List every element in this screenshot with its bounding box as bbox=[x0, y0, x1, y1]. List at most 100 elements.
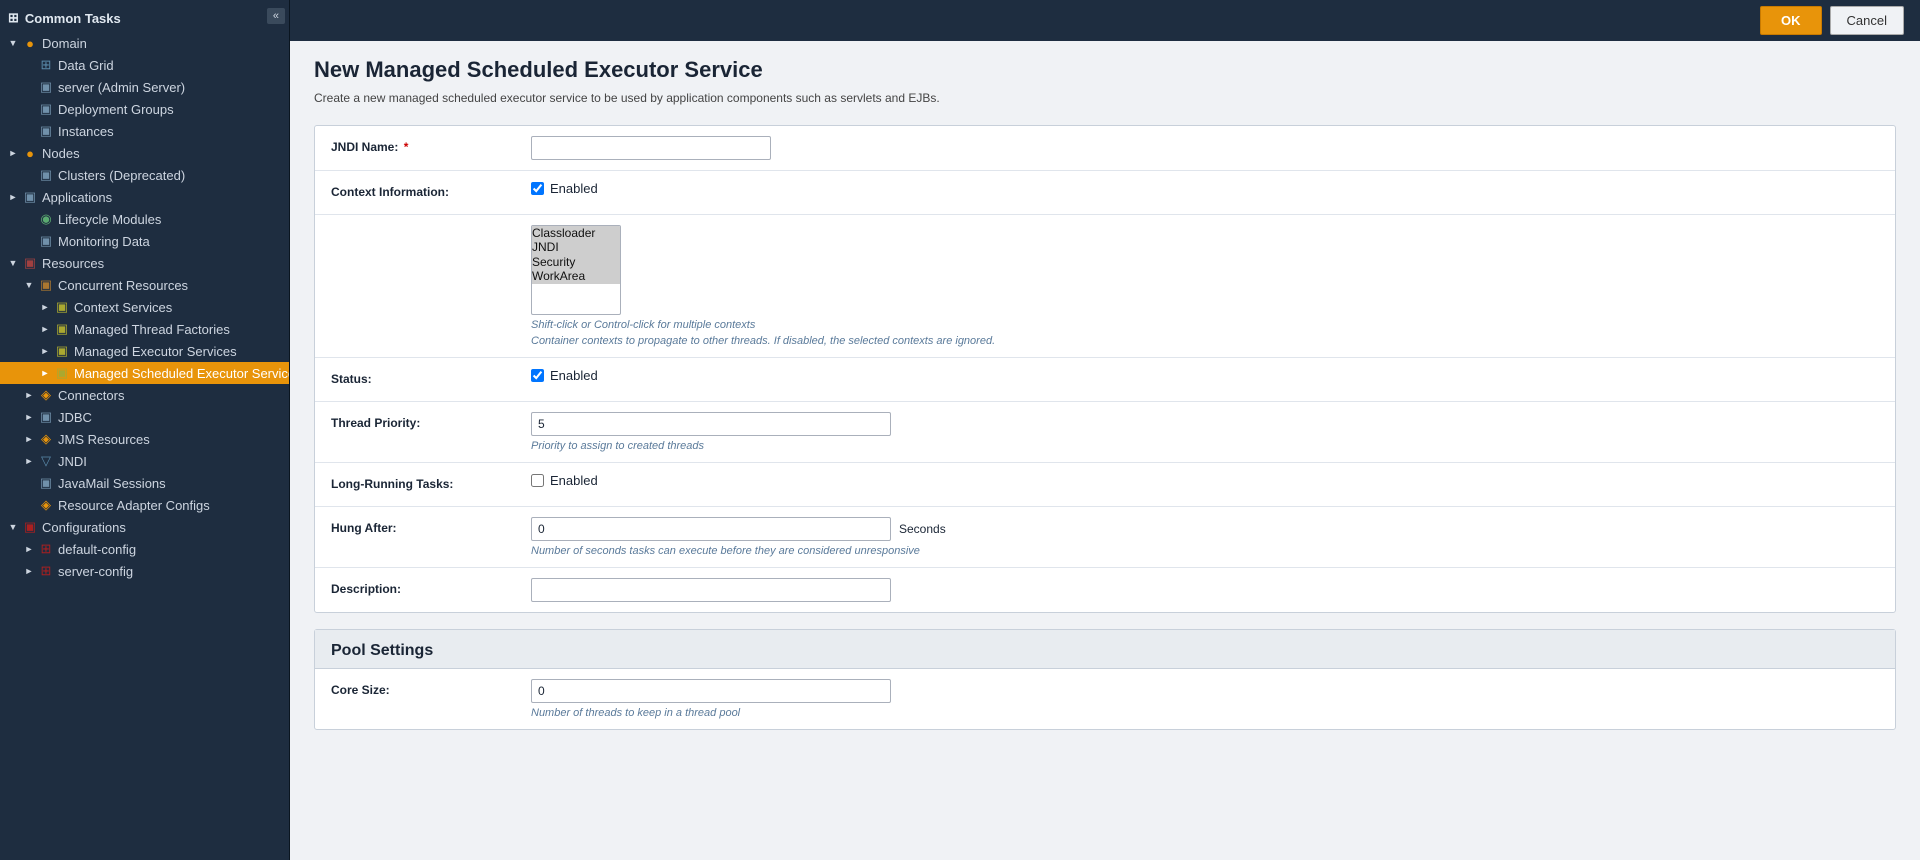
sidebar-item-jms[interactable]: ►◈JMS Resources bbox=[0, 428, 289, 450]
expand-arrow-thread-factories: ► bbox=[40, 324, 50, 334]
sidebar-item-applications[interactable]: ►▣Applications bbox=[0, 186, 289, 208]
sidebar-item-data-grid[interactable]: ⊞Data Grid bbox=[0, 54, 289, 76]
sidebar-item-domain[interactable]: ▼●Domain bbox=[0, 32, 289, 54]
sidebar-label-resources: Resources bbox=[42, 256, 104, 271]
context-list-label-empty bbox=[331, 225, 531, 229]
tree-icon-javamail: ▣ bbox=[38, 475, 54, 491]
sidebar-label-jms: JMS Resources bbox=[58, 432, 150, 447]
tree-icon-monitoring: ▣ bbox=[38, 233, 54, 249]
page-description: Create a new managed scheduled executor … bbox=[314, 91, 1896, 105]
content-area: New Managed Scheduled Executor Service C… bbox=[290, 41, 1920, 762]
expand-arrow-server-config: ► bbox=[24, 566, 34, 576]
sidebar-item-server-config[interactable]: ►⊞server-config bbox=[0, 560, 289, 582]
context-hint2: Container contexts to propagate to other… bbox=[531, 335, 1879, 347]
thread-priority-row: Thread Priority: Priority to assign to c… bbox=[315, 402, 1895, 463]
sidebar-label-javamail: JavaMail Sessions bbox=[58, 476, 166, 491]
sidebar-item-instances[interactable]: ▣ Instances bbox=[0, 120, 289, 142]
hung-after-input[interactable] bbox=[531, 517, 891, 541]
jndi-name-input[interactable] bbox=[531, 136, 771, 160]
sidebar-item-context-services[interactable]: ►▣Context Services bbox=[0, 296, 289, 318]
sidebar-item-javamail[interactable]: ▣ JavaMail Sessions bbox=[0, 472, 289, 494]
required-star: * bbox=[404, 140, 409, 154]
status-enabled-checkbox[interactable] bbox=[531, 369, 544, 382]
sidebar-item-default-config[interactable]: ► ⊞ default-config bbox=[0, 538, 289, 560]
tree-icon-connectors: ◈ bbox=[38, 387, 54, 403]
tree-icon-concurrent: ▣ bbox=[38, 277, 54, 293]
thread-priority-input[interactable] bbox=[531, 412, 891, 436]
long-running-control: Enabled bbox=[531, 473, 1879, 488]
sidebar-label-domain: Domain bbox=[42, 36, 87, 51]
sidebar-item-resource-adapter[interactable]: ◈Resource Adapter Configs bbox=[0, 494, 289, 516]
sidebar-label-admin-server: server (Admin Server) bbox=[58, 80, 185, 95]
sidebar-item-lifecycle[interactable]: ◉Lifecycle Modules bbox=[0, 208, 289, 230]
core-size-label: Core Size: bbox=[331, 679, 531, 697]
expand-arrow-deployment-groups bbox=[24, 104, 34, 114]
tree-icon-applications: ▣ bbox=[22, 189, 38, 205]
sidebar-item-configurations[interactable]: ▼▣Configurations bbox=[0, 516, 289, 538]
long-running-label: Long-Running Tasks: bbox=[331, 473, 531, 491]
topbar: OK Cancel bbox=[290, 0, 1920, 41]
tree-icon-resources: ▣ bbox=[22, 255, 38, 271]
core-size-input[interactable] bbox=[531, 679, 891, 703]
expand-arrow-javamail bbox=[24, 478, 34, 488]
context-list-row: ClassloaderJNDISecurityWorkArea Shift-cl… bbox=[315, 215, 1895, 358]
ok-button[interactable]: OK bbox=[1760, 6, 1822, 35]
sidebar-label-jdbc: JDBC bbox=[58, 410, 92, 425]
main-form: JNDI Name: * Context Information: Enable… bbox=[314, 125, 1896, 613]
sidebar-item-deployment-groups[interactable]: ▣ Deployment Groups bbox=[0, 98, 289, 120]
common-tasks-header[interactable]: ⊞ Common Tasks bbox=[0, 0, 289, 32]
expand-arrow-nodes: ► bbox=[8, 148, 18, 158]
tree-icon-deployment-groups: ▣ bbox=[38, 101, 54, 117]
context-info-control: Enabled bbox=[531, 181, 1879, 196]
long-running-enabled-row: Enabled bbox=[531, 473, 1879, 488]
expand-arrow-jdbc: ► bbox=[24, 412, 34, 422]
sidebar-item-clusters[interactable]: ▣Clusters (Deprecated) bbox=[0, 164, 289, 186]
expand-arrow-default-config: ► bbox=[24, 544, 34, 554]
hung-after-unit: Seconds bbox=[899, 522, 946, 536]
common-tasks-icon: ⊞ bbox=[8, 10, 19, 26]
sidebar-item-jndi[interactable]: ►▽JNDI bbox=[0, 450, 289, 472]
jndi-name-control bbox=[531, 136, 1879, 160]
tree-icon-scheduled-executor: ▣ bbox=[54, 365, 70, 381]
common-tasks-label: Common Tasks bbox=[25, 11, 121, 26]
expand-arrow-jndi: ► bbox=[24, 456, 34, 466]
description-row: Description: bbox=[315, 568, 1895, 612]
sidebar-label-instances: Instances bbox=[58, 124, 114, 139]
thread-priority-label: Thread Priority: bbox=[331, 412, 531, 430]
context-enabled-row: Enabled bbox=[531, 181, 1879, 196]
description-control bbox=[531, 578, 1879, 602]
sidebar-item-executor-services[interactable]: ►▣Managed Executor Services bbox=[0, 340, 289, 362]
tree-icon-resource-adapter: ◈ bbox=[38, 497, 54, 513]
context-enabled-checkbox[interactable] bbox=[531, 182, 544, 195]
sidebar-item-connectors[interactable]: ►◈Connectors bbox=[0, 384, 289, 406]
thread-priority-hint: Priority to assign to created threads bbox=[531, 440, 1879, 452]
sidebar-item-nodes[interactable]: ►●Nodes bbox=[0, 142, 289, 164]
core-size-control: Number of threads to keep in a thread po… bbox=[531, 679, 1879, 719]
sidebar-item-jdbc[interactable]: ► ▣ JDBC bbox=[0, 406, 289, 428]
description-input[interactable] bbox=[531, 578, 891, 602]
long-running-row: Long-Running Tasks: Enabled bbox=[315, 463, 1895, 507]
sidebar-label-deployment-groups: Deployment Groups bbox=[58, 102, 174, 117]
long-running-checkbox[interactable] bbox=[531, 474, 544, 487]
jndi-name-row: JNDI Name: * bbox=[315, 126, 1895, 171]
tree-icon-instances: ▣ bbox=[38, 123, 54, 139]
hung-after-label: Hung After: bbox=[331, 517, 531, 535]
sidebar-label-default-config: default-config bbox=[58, 542, 136, 557]
core-size-row: Core Size: Number of threads to keep in … bbox=[315, 669, 1895, 729]
tree-icon-default-config: ⊞ bbox=[38, 541, 54, 557]
sidebar-label-monitoring: Monitoring Data bbox=[58, 234, 150, 249]
context-info-row: Context Information: Enabled bbox=[315, 171, 1895, 215]
tree-icon-configurations: ▣ bbox=[22, 519, 38, 535]
sidebar-item-thread-factories[interactable]: ►▣Managed Thread Factories bbox=[0, 318, 289, 340]
context-listbox[interactable]: ClassloaderJNDISecurityWorkArea bbox=[531, 225, 621, 315]
sidebar-item-scheduled-executor[interactable]: ►▣Managed Scheduled Executor Services bbox=[0, 362, 289, 384]
sidebar-item-admin-server[interactable]: ▣server (Admin Server) bbox=[0, 76, 289, 98]
tree-icon-data-grid: ⊞ bbox=[38, 57, 54, 73]
sidebar-toggle[interactable]: « bbox=[267, 8, 285, 24]
status-control: Enabled bbox=[531, 368, 1879, 383]
sidebar-item-monitoring[interactable]: ▣ Monitoring Data bbox=[0, 230, 289, 252]
sidebar-item-resources[interactable]: ▼▣Resources bbox=[0, 252, 289, 274]
sidebar-item-concurrent[interactable]: ▼▣Concurrent Resources bbox=[0, 274, 289, 296]
cancel-button[interactable]: Cancel bbox=[1830, 6, 1904, 35]
tree-icon-jdbc: ▣ bbox=[38, 409, 54, 425]
